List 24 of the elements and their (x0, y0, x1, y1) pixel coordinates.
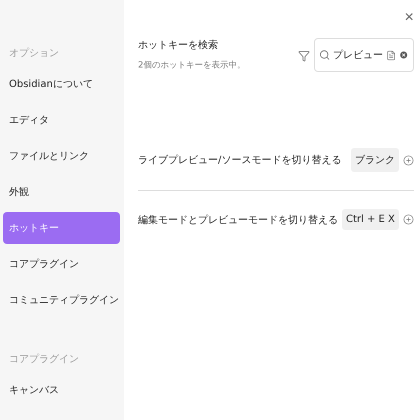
result-count: 2個のホットキーを表示中。 (138, 60, 246, 71)
section-heading: コアプラグイン (8, 352, 80, 367)
sidebar-item[interactable]: 外観 (3, 176, 120, 208)
search-icon (318, 49, 330, 61)
settings-title: ホットキーを検索 (138, 38, 219, 52)
document-icon[interactable] (386, 50, 396, 60)
sidebar-item[interactable]: Obsidianについて (3, 68, 120, 100)
command-name: 編集モードとプレビューモードを切り替える (138, 214, 338, 226)
sidebar-item[interactable]: コミュニティプラグイン (3, 284, 120, 316)
command-name: ライブプレビュー/ソースモードを切り替える (138, 154, 342, 167)
add-icon[interactable] (402, 154, 414, 166)
hotkey-binding[interactable]: ブランク (350, 148, 399, 172)
sidebar-item[interactable]: キャンバス (3, 374, 120, 406)
sidebar-item[interactable]: エディタ (3, 104, 120, 136)
clear-icon[interactable] (399, 50, 409, 60)
sidebar-item[interactable]: コアプラグイン (3, 248, 120, 280)
section-heading: オプション (8, 46, 60, 61)
add-icon[interactable] (402, 214, 414, 225)
sidebar-item[interactable]: ホットキー (3, 212, 120, 244)
hotkey-binding[interactable]: Ctrl + E X (342, 209, 399, 230)
filter-icon[interactable] (298, 50, 310, 62)
search-field[interactable]: プレビュー (314, 38, 414, 72)
close-button[interactable]: × (404, 10, 414, 26)
sidebar-item[interactable]: ファイルとリンク (3, 140, 120, 172)
